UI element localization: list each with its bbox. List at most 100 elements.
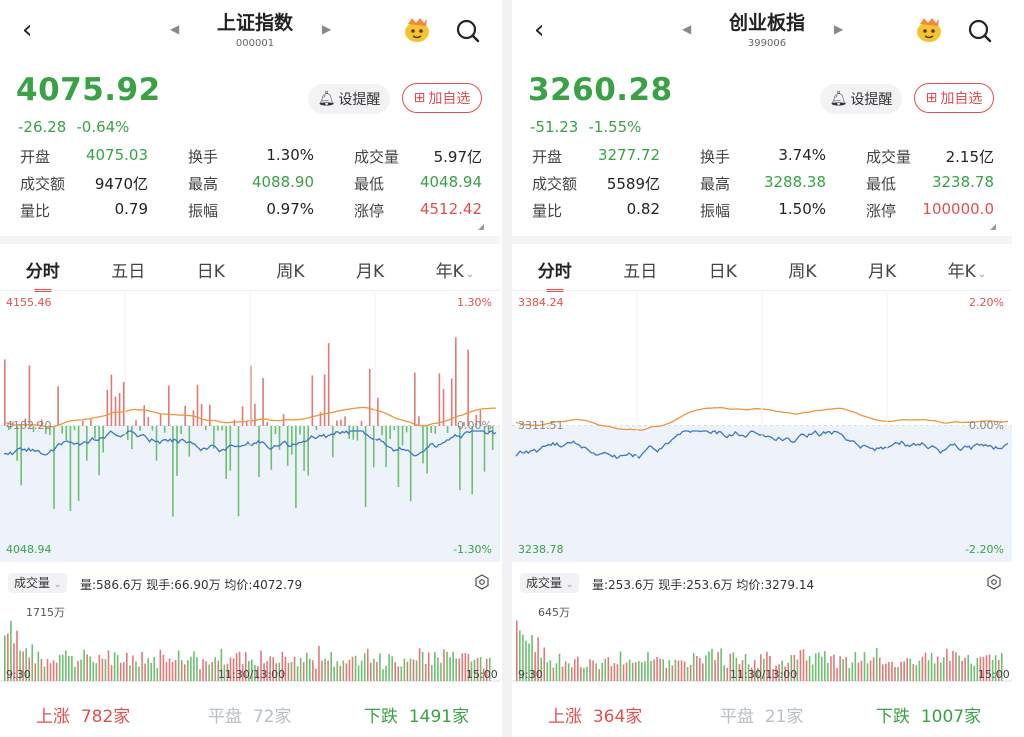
volume-bar <box>183 664 186 681</box>
volume-selector[interactable]: 成交量 ⌄ <box>8 573 68 593</box>
chart-tab[interactable]: 年K ⌄ <box>948 257 987 282</box>
volume-bar <box>107 650 110 681</box>
flow-bar <box>98 426 100 476</box>
volume-bar <box>583 668 585 681</box>
up-count: 上涨 782家 <box>36 702 130 727</box>
intraday-chart[interactable]: 4155.46 4102.20 4048.94 1.30% 0.00% -1.3… <box>0 292 500 562</box>
settings-icon[interactable] <box>474 574 490 590</box>
volume-bar <box>723 665 725 681</box>
y-bot-label: 3238.78 <box>518 543 564 556</box>
flow-bar <box>155 426 158 461</box>
volume-bar <box>699 657 701 681</box>
mascot-icon[interactable] <box>914 14 944 44</box>
settings-icon[interactable] <box>986 574 1002 590</box>
volume-bar <box>799 650 802 681</box>
chart-tab[interactable]: 分时 <box>26 257 60 292</box>
volume-bar <box>434 652 436 681</box>
intraday-chart[interactable]: 3384.24 3311.51 3238.78 2.20% 0.00% -2.2… <box>512 292 1012 562</box>
set-alert-label: 设提醒 <box>338 92 381 108</box>
chart-tab[interactable]: 分时 <box>538 257 572 292</box>
chart-tab[interactable]: 周K <box>276 257 304 282</box>
flow-bar <box>94 426 96 439</box>
volume-selector[interactable]: 成交量 ⌄ <box>520 573 580 593</box>
volume-bar <box>891 661 893 681</box>
volume-bar <box>446 651 448 681</box>
volume-bar <box>302 662 305 681</box>
flow-bar <box>397 426 400 488</box>
stat-value: 5.97亿 <box>433 148 482 166</box>
volume-bar <box>299 657 302 681</box>
flow-bar <box>217 426 219 431</box>
flow-bar <box>135 420 137 426</box>
bell-icon: 🔔︎ <box>317 91 336 107</box>
chart-tab[interactable]: 五日 <box>111 257 145 282</box>
volume-bar <box>894 666 896 681</box>
prev-index-icon[interactable]: ◀ <box>682 22 691 36</box>
volume-bar <box>604 658 607 681</box>
chart-tab[interactable]: 月K <box>868 257 896 282</box>
flow-bar <box>147 417 150 426</box>
back-icon[interactable]: ‹ <box>22 16 32 44</box>
chart-tab[interactable]: 日K <box>709 257 737 282</box>
chevron-down-icon: ⌄ <box>977 268 987 280</box>
volume-max-label: 645万 <box>538 606 570 619</box>
volume-bar <box>116 655 119 681</box>
volume-bar <box>40 658 43 681</box>
back-icon[interactable]: ‹ <box>534 16 544 44</box>
flow-bar <box>274 426 277 435</box>
prev-index-icon[interactable]: ◀ <box>170 22 179 36</box>
search-icon[interactable] <box>967 18 993 44</box>
flow-bar <box>311 375 314 426</box>
flow-bar <box>90 419 92 426</box>
chart-tab[interactable]: 周K <box>788 257 816 282</box>
next-index-icon[interactable]: ▶ <box>322 22 331 36</box>
stat-label: 涨停 <box>354 202 385 220</box>
volume-bar <box>683 661 686 681</box>
volume-bar <box>77 660 79 681</box>
volume-bar <box>726 667 729 681</box>
chart-tab[interactable]: 年K ⌄ <box>436 257 475 282</box>
chart-tab[interactable]: 月K <box>356 257 384 282</box>
volume-bar <box>385 665 387 681</box>
volume-bar <box>595 663 597 681</box>
volume-bar <box>89 656 91 681</box>
volume-bar <box>930 652 933 681</box>
tab-divider <box>512 290 1012 291</box>
add-watchlist-button[interactable]: ⊞ 加自选 <box>914 83 994 113</box>
next-index-icon[interactable]: ▶ <box>834 22 843 36</box>
section-gap <box>0 236 500 244</box>
down-label: 下跌 <box>364 707 398 727</box>
flow-bar <box>233 419 236 426</box>
volume-bar <box>126 652 128 681</box>
y-top-label: 4155.46 <box>6 296 52 309</box>
flow-bar <box>200 403 203 426</box>
flow-bar <box>225 426 227 479</box>
chart-tabs: 分时 五日 日K 周K 月K 年K ⌄ <box>512 250 1012 292</box>
set-alert-button[interactable]: 🔔︎ 设提醒 <box>820 84 902 114</box>
volume-bar <box>110 665 113 681</box>
flow-bar <box>69 426 72 512</box>
current-price: 4075.92 <box>16 72 161 108</box>
expand-corner-icon[interactable] <box>478 224 484 230</box>
down-count: 下跌 1007家 <box>876 702 981 727</box>
flow-bar <box>446 426 449 433</box>
volume-bar <box>403 658 406 681</box>
volume-bar <box>656 656 658 681</box>
search-icon[interactable] <box>455 18 481 44</box>
volume-bar <box>65 650 67 681</box>
volume-bar <box>49 663 52 681</box>
chart-tab[interactable]: 日K <box>197 257 225 282</box>
pct-bot-label: -1.30% <box>453 543 492 556</box>
mascot-icon[interactable] <box>402 14 432 44</box>
volume-bar <box>418 648 421 681</box>
volume-bar <box>147 658 149 681</box>
volume-bar <box>955 652 957 681</box>
add-watchlist-button[interactable]: ⊞ 加自选 <box>402 83 482 113</box>
expand-corner-icon[interactable] <box>990 224 996 230</box>
set-alert-button[interactable]: 🔔︎ 设提醒 <box>308 84 390 114</box>
volume-bar <box>567 663 570 681</box>
bell-icon: 🔔︎ <box>829 91 848 107</box>
chart-tab[interactable]: 五日 <box>623 257 657 282</box>
volume-bar <box>638 660 640 681</box>
stats-grid: 开盘 3277.72 换手 3.74% 成交量 2.15亿 成交额 5589亿 最高 3288.3… <box>530 146 996 227</box>
